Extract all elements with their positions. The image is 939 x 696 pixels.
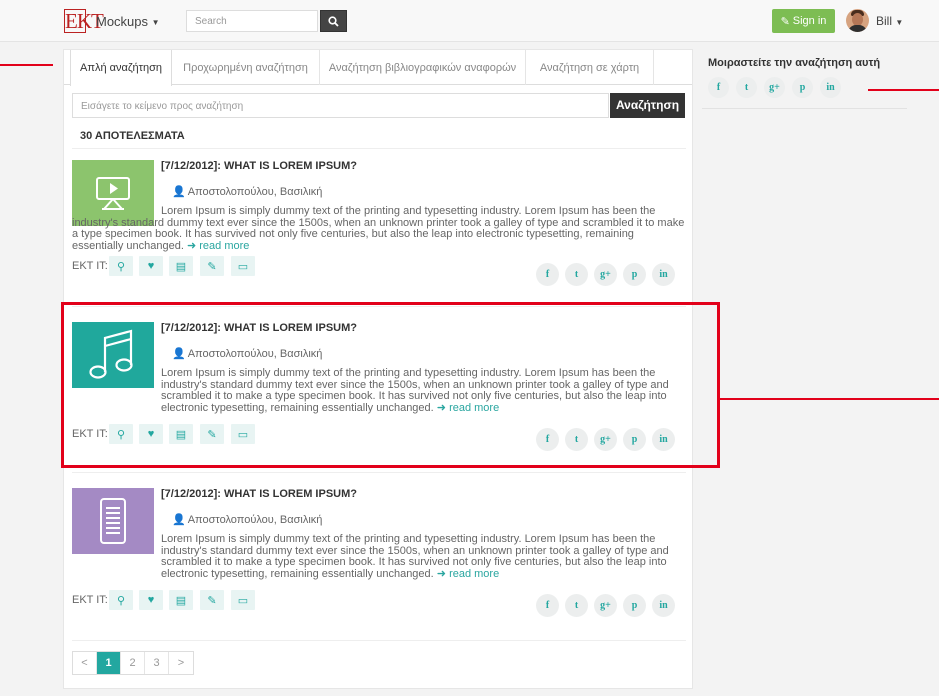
pagination-page-3[interactable]: 3 — [145, 652, 169, 674]
pinterest-icon[interactable]: p — [623, 594, 646, 617]
facebook-icon[interactable]: f — [708, 77, 729, 98]
linkedin-icon[interactable]: in — [652, 594, 675, 617]
user-icon: 👤 — [172, 186, 186, 198]
twitter-icon[interactable]: t — [565, 594, 588, 617]
location-icon[interactable]: ⚲ — [109, 256, 133, 276]
google-plus-icon[interactable]: g+ — [594, 263, 617, 286]
result-title[interactable]: [7/12/2012]: WHAT IS LOREM IPSUM? — [161, 160, 357, 172]
sign-in-button[interactable]: ✎ Sign in — [772, 9, 835, 33]
linkedin-icon[interactable]: in — [652, 263, 675, 286]
caret-down-icon: ▼ — [151, 18, 160, 28]
location-icon[interactable]: ⚲ — [109, 590, 133, 610]
pencil-icon: ✎ — [780, 15, 790, 28]
file-icon[interactable]: ▤ — [169, 590, 193, 610]
author-name: Αποστολοπούλου, Βασιλική — [187, 186, 323, 198]
user-menu[interactable]: Bill ▼ — [876, 14, 903, 28]
result-text: Lorem Ipsum is simply dummy text of the … — [161, 533, 669, 580]
ekt-it-label: EKT IT: — [72, 260, 108, 272]
share-title: Μοιραστείτε την αναζήτηση αυτή — [708, 57, 881, 69]
edit-icon[interactable]: ✎ — [200, 590, 224, 610]
google-plus-icon[interactable]: g+ — [764, 77, 785, 98]
author-name: Αποστολοπούλου, Βασιλική — [187, 514, 323, 526]
mockups-label: Mockups — [96, 14, 149, 29]
query-input[interactable]: Εισάγετε το κείμενο προς αναζήτηση — [72, 93, 609, 118]
edit-icon[interactable]: ✎ — [200, 256, 224, 276]
linkedin-icon[interactable]: in — [820, 77, 841, 98]
google-plus-icon[interactable]: g+ — [594, 594, 617, 617]
ekt-logo[interactable]: EKT — [64, 9, 104, 33]
pagination: < 1 2 3 > — [72, 651, 194, 675]
search-tabs: Απλή αναζήτηση Προχωρημένη αναζήτηση Ανα… — [64, 50, 692, 86]
search-input[interactable]: Search — [186, 10, 318, 32]
pagination-page-1[interactable]: 1 — [97, 652, 121, 674]
heart-icon[interactable]: ♥ — [139, 590, 163, 610]
folder-icon[interactable]: ▭ — [231, 256, 255, 276]
tab-bibliographic-search[interactable]: Αναζήτηση βιβλιογραφικών αναφορών — [320, 50, 526, 85]
share-sidebar: Μοιραστείτε την αναζήτηση αυτή f t g+ p … — [702, 49, 907, 109]
pinterest-icon[interactable]: p — [792, 77, 813, 98]
avatar[interactable] — [846, 9, 869, 32]
read-more-link[interactable]: read more — [199, 240, 249, 252]
mockups-dropdown[interactable]: Mockups ▼ — [96, 14, 160, 29]
top-navbar: EKT Mockups ▼ Search ✎ Sign in Bill ▼ — [0, 0, 939, 42]
divider — [72, 472, 686, 473]
arrow-right-icon: ➜ — [436, 567, 446, 580]
annotation-line-share — [868, 89, 939, 91]
pagination-prev[interactable]: < — [73, 652, 97, 674]
twitter-icon[interactable]: t — [565, 263, 588, 286]
pinterest-icon[interactable]: p — [623, 263, 646, 286]
result-text: Lorem Ipsum is simply dummy text of the … — [72, 205, 685, 252]
user-name: Bill — [876, 14, 893, 28]
sign-in-label: Sign in — [792, 15, 827, 27]
results-count: 30 ΑΠΟΤΕΛΕΣΜΑΤΑ — [80, 130, 185, 142]
pagination-next[interactable]: > — [169, 652, 193, 674]
arrow-right-icon: ➜ — [186, 239, 197, 252]
annotation-line-tabs — [0, 64, 53, 66]
twitter-icon[interactable]: t — [736, 77, 757, 98]
pagination-page-2[interactable]: 2 — [121, 652, 145, 674]
heart-icon[interactable]: ♥ — [139, 256, 163, 276]
divider — [72, 148, 686, 149]
result-description: Lorem Ipsum is simply dummy text of the … — [72, 205, 686, 252]
result-item: [7/12/2012]: WHAT IS LOREM IPSUM? 👤 Αποστ… — [72, 488, 686, 628]
caret-down-icon: ▼ — [895, 18, 904, 27]
result-author: 👤 Αποστολοπούλου, Βασιλική — [172, 513, 322, 526]
query-submit-button[interactable]: Αναζήτηση — [610, 93, 685, 118]
divider — [72, 640, 686, 641]
divider — [702, 108, 907, 109]
read-more-link[interactable]: read more — [449, 568, 499, 580]
tab-advanced-search[interactable]: Προχωρημένη αναζήτηση — [172, 50, 320, 85]
search-icon — [328, 15, 339, 27]
folder-icon[interactable]: ▭ — [231, 590, 255, 610]
ekt-it-label: EKT IT: — [72, 594, 108, 606]
result-item: [7/12/2012]: WHAT IS LOREM IPSUM? 👤 Αποστ… — [72, 160, 686, 290]
file-icon[interactable]: ▤ — [169, 256, 193, 276]
tab-simple-search[interactable]: Απλή αναζήτηση — [70, 50, 172, 86]
annotation-line-result — [720, 398, 939, 400]
facebook-icon[interactable]: f — [536, 263, 559, 286]
facebook-icon[interactable]: f — [536, 594, 559, 617]
tab-map-search[interactable]: Αναζήτηση σε χάρτη — [526, 50, 654, 85]
result-title[interactable]: [7/12/2012]: WHAT IS LOREM IPSUM? — [161, 488, 357, 500]
search-button[interactable] — [320, 10, 347, 32]
result-description: Lorem Ipsum is simply dummy text of the … — [72, 533, 686, 580]
result-author: 👤 Αποστολοπούλου, Βασιλική — [172, 185, 322, 198]
annotation-box-result — [61, 302, 720, 468]
user-icon: 👤 — [172, 514, 186, 526]
